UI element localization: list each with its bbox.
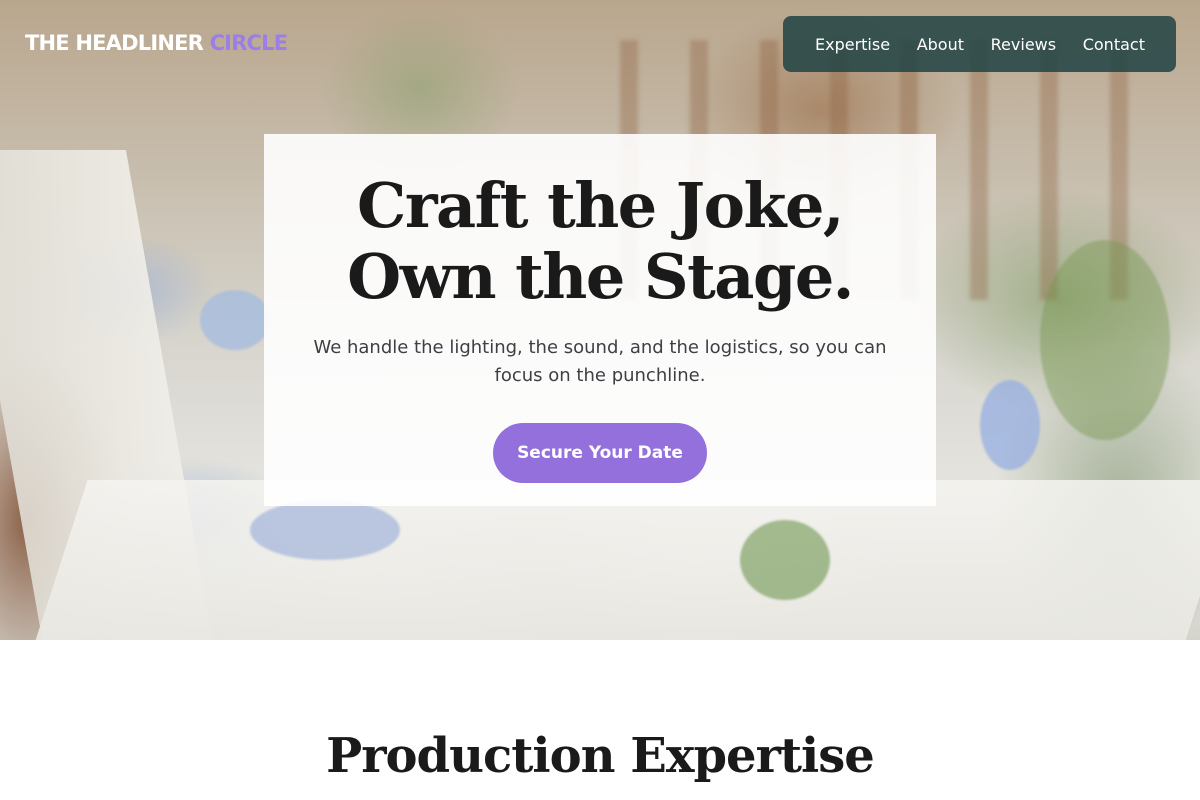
- flower-decor: [1040, 240, 1170, 440]
- nav-link-reviews[interactable]: Reviews: [991, 35, 1056, 54]
- hero-title-line-1: Craft the Joke,: [356, 169, 845, 242]
- logo-text-primary: THE HEADLINER: [25, 31, 204, 55]
- hero-subtitle: We handle the lighting, the sound, and t…: [313, 337, 887, 386]
- nav-link-about[interactable]: About: [917, 35, 964, 54]
- section-title-expertise: Production Expertise: [326, 728, 875, 784]
- flower-decor: [250, 500, 400, 560]
- hero-title-line-2: Own the Stage.: [347, 240, 854, 313]
- main-nav: Expertise About Reviews Contact: [783, 16, 1176, 72]
- hero-card: Craft the Joke, Own the Stage. We handle…: [264, 134, 936, 506]
- flower-decor: [980, 380, 1040, 470]
- flower-decor: [740, 520, 830, 600]
- logo-text-accent: CIRCLE: [209, 31, 289, 55]
- nav-link-expertise[interactable]: Expertise: [815, 35, 890, 54]
- nav-link-contact[interactable]: Contact: [1083, 35, 1145, 54]
- secure-date-button[interactable]: Secure Your Date: [493, 423, 707, 483]
- site-logo[interactable]: THE HEADLINER CIRCLE: [25, 31, 289, 55]
- hero-title: Craft the Joke, Own the Stage.: [264, 170, 936, 312]
- flower-decor: [200, 290, 270, 350]
